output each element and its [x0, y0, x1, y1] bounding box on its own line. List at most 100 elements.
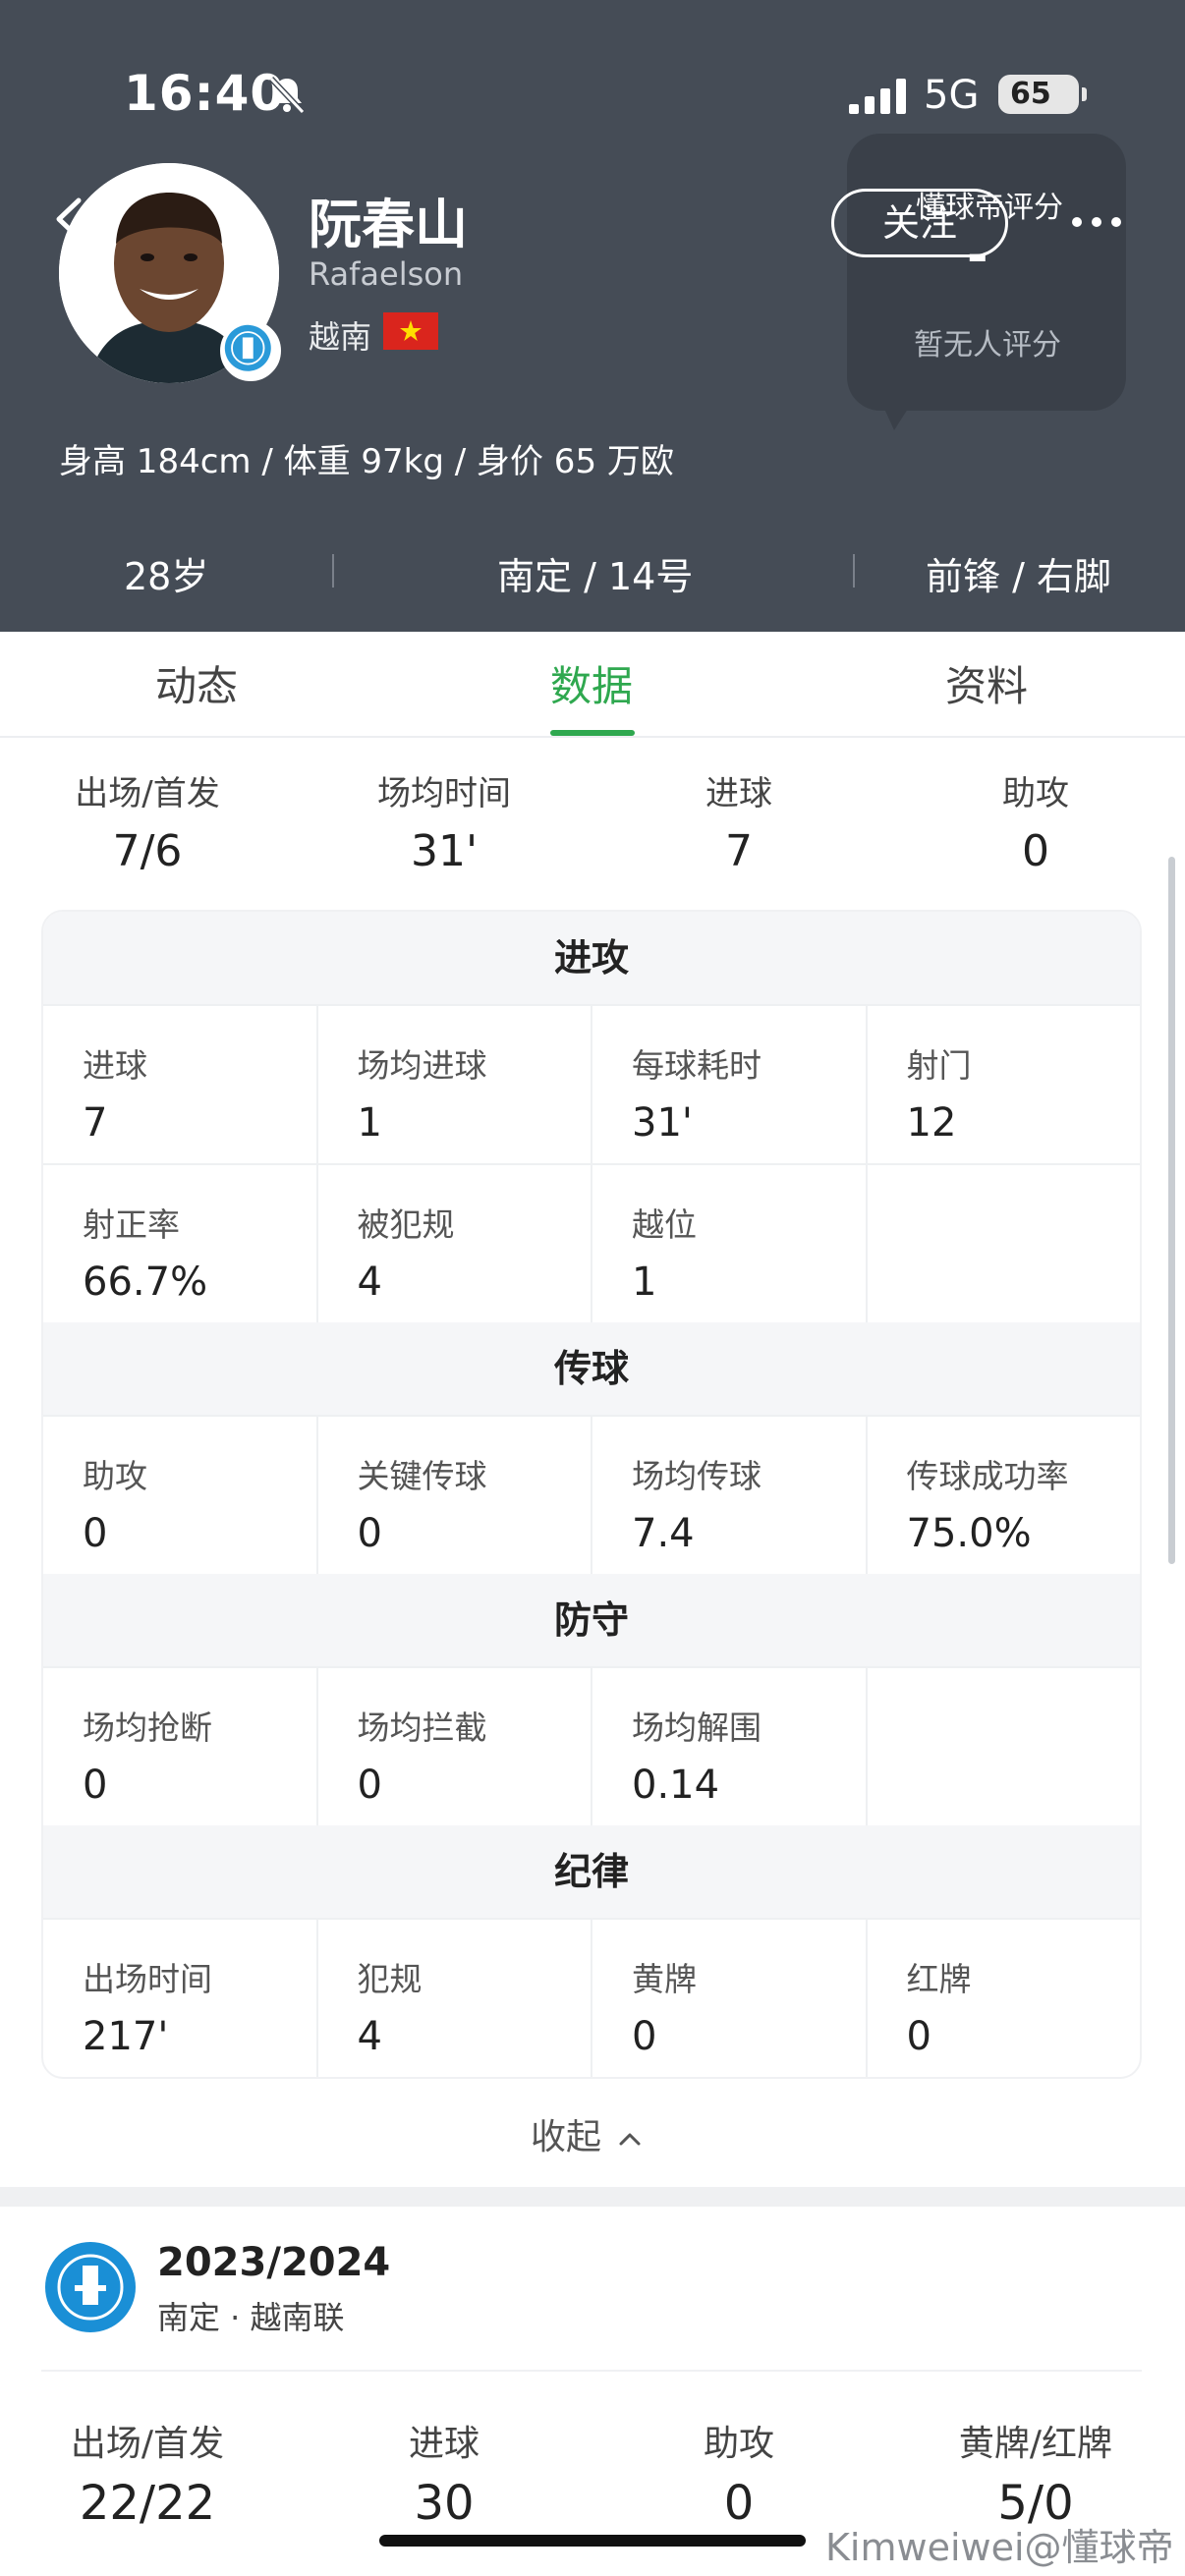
section-header-attack: 进攻 [43, 912, 1140, 1004]
stat-label: 助攻 [83, 1457, 147, 1495]
stats-row: 射正率 66.7% 被犯规 4 越位 1 [43, 1163, 1140, 1322]
summary-value: 0 [1022, 826, 1049, 876]
stat-cell: 场均解围 0.14 [591, 1668, 866, 1825]
stat-label: 场均抢断 [83, 1708, 212, 1747]
watermark: Kimweiwei@懂球帝 [825, 2526, 1174, 2569]
stats-row: 场均抢断 0 场均拦截 0 场均解围 0.14 [43, 1666, 1140, 1825]
player-nationality: 越南 [309, 318, 372, 356]
tab-profile[interactable]: 资料 [859, 653, 1114, 713]
stat-value: 0 [357, 1763, 382, 1808]
stat-cell: 出场时间 217' [43, 1920, 316, 2077]
rating-note: 暂无人评分 [914, 328, 1061, 363]
home-indicator[interactable] [379, 2535, 806, 2547]
summary-avg-time: 场均时间 31' [297, 766, 592, 876]
player-position-foot: 前锋 / 右脚 [926, 555, 1111, 598]
stat-cell: 越位 1 [591, 1165, 866, 1322]
season-title: 2023/2024 [157, 2240, 391, 2285]
stat-value: 0 [357, 1511, 382, 1556]
stat-value: 0.14 [632, 1763, 720, 1808]
tab-data[interactable]: 数据 [464, 653, 719, 713]
stat-cell-empty [865, 1668, 1141, 1825]
club-badge-icon [220, 320, 281, 381]
summary-label: 出场/首发 [75, 774, 220, 813]
summary-assists: 助攻 0 [888, 766, 1183, 876]
stat-cell: 黄牌 0 [591, 1920, 866, 2077]
stat-value: 1 [357, 1100, 382, 1146]
chevron-up-icon [619, 2133, 641, 2146]
rating-card[interactable]: 懂球帝评分 - 暂无人评分 [847, 134, 1126, 430]
club-logo-icon [45, 2242, 136, 2332]
collapse-label: 收起 [531, 2117, 602, 2157]
summary-label: 出场/首发 [70, 2424, 225, 2464]
season-stats: 出场/首发 22/22 进球 30 助攻 0 黄牌/红牌 5/0 [0, 2415, 1185, 2533]
season-assists: 助攻 0 [592, 2415, 886, 2531]
summary-value: 31' [410, 826, 479, 876]
player-body-info: 身高 184cm / 体重 97kg / 身价 65 万欧 [59, 442, 674, 481]
stat-value: 0 [83, 1763, 108, 1808]
stat-value: 0 [906, 2014, 931, 2059]
stat-value: 66.7% [83, 1260, 208, 1305]
season-summary: 出场/首发 7/6 场均时间 31' 进球 7 助攻 0 [0, 766, 1185, 876]
season-appearances: 出场/首发 22/22 [0, 2415, 295, 2531]
stat-label: 出场时间 [83, 1960, 212, 1998]
stat-cell: 传球成功率 75.0% [865, 1417, 1141, 1574]
stat-label: 射门 [906, 1046, 972, 1085]
stats-row: 助攻 0 关键传球 0 场均传球 7.4 传球成功率 75.0% [43, 1415, 1140, 1574]
stat-value: 7 [83, 1100, 108, 1146]
summary-label: 黄牌/红牌 [958, 2424, 1113, 2464]
player-meta-row: 28岁 南定 / 14号 前锋 / 右脚 [0, 536, 1185, 605]
meta-divider [853, 554, 855, 588]
stats-row: 进球 7 场均进球 1 每球耗时 31' 射门 12 [43, 1004, 1140, 1163]
season-cards: 黄牌/红牌 5/0 [888, 2415, 1183, 2531]
stat-label: 每球耗时 [632, 1046, 762, 1085]
scrollbar[interactable] [1168, 857, 1175, 1564]
stat-label: 被犯规 [357, 1205, 455, 1244]
tab-feed[interactable]: 动态 [69, 653, 324, 713]
summary-appearances: 出场/首发 7/6 [0, 766, 295, 876]
stat-label: 场均拦截 [357, 1708, 487, 1747]
stat-cell: 场均抢断 0 [43, 1668, 316, 1825]
section-header-defense: 防守 [43, 1574, 1140, 1666]
stat-label: 传球成功率 [906, 1457, 1069, 1495]
stat-cell: 犯规 4 [315, 1920, 592, 2077]
stat-value: 217' [83, 2014, 169, 2059]
network-label: 5G [924, 73, 980, 118]
stat-value: 12 [906, 1100, 957, 1146]
stat-cell: 红牌 0 [865, 1920, 1141, 2077]
season-subtitle: 南定 · 越南联 [157, 2299, 345, 2336]
stat-value: 31' [632, 1100, 693, 1146]
summary-value: 30 [414, 2476, 475, 2531]
section-header-passing: 传球 [43, 1322, 1140, 1415]
player-name: 阮春山 [309, 194, 468, 255]
divider [41, 2370, 1142, 2372]
stat-value: 4 [357, 1260, 382, 1305]
stat-cell: 射门 12 [865, 1006, 1141, 1163]
bell-muted-icon [268, 76, 306, 115]
meta-divider [332, 554, 334, 588]
stat-value: 1 [632, 1260, 657, 1305]
player-latin-name: Rafaelson [309, 255, 464, 293]
section-separator [0, 2187, 1185, 2207]
signal-icon [849, 79, 906, 114]
stat-value: 0 [632, 2014, 657, 2059]
follow-button[interactable]: 关注 [831, 189, 1008, 257]
player-header: 16:40 5G 65 阮春山 Rafaelson 越南 懂球帝评分 - 暂无人… [0, 0, 1185, 632]
stat-label: 场均解围 [632, 1708, 762, 1747]
stat-label: 黄牌 [632, 1960, 697, 1998]
more-options-icon[interactable] [1067, 210, 1126, 234]
stat-label: 越位 [632, 1205, 697, 1244]
summary-goals: 进球 7 [592, 766, 886, 876]
stat-cell: 场均拦截 0 [315, 1668, 592, 1825]
stat-label: 进球 [83, 1046, 147, 1085]
stat-label: 犯规 [357, 1960, 423, 1998]
stat-label: 红牌 [906, 1960, 972, 1998]
stat-cell: 场均传球 7.4 [591, 1417, 866, 1574]
collapse-button[interactable]: 收起 [531, 2108, 642, 2159]
player-club-number: 南定 / 14号 [497, 555, 694, 598]
stat-label: 射正率 [83, 1205, 180, 1244]
stats-table: 进攻 进球 7 场均进球 1 每球耗时 31' 射门 12 射正率 66.7% 被犯规 4 … [41, 910, 1142, 2079]
vietnam-flag-icon [383, 312, 438, 350]
summary-value: 22/22 [79, 2476, 216, 2531]
summary-label: 助攻 [1002, 774, 1069, 813]
stat-cell-empty [865, 1165, 1141, 1322]
